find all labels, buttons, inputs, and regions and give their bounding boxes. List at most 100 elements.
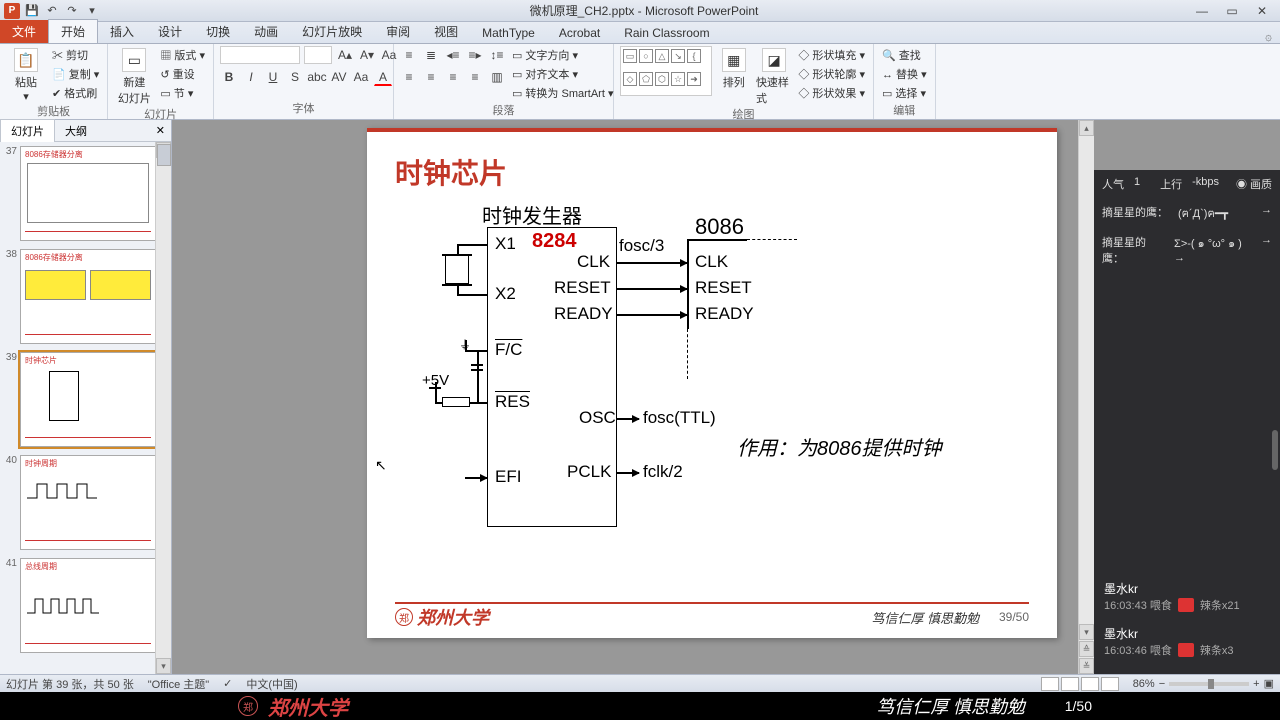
bullets-button[interactable]: ≡ (400, 46, 418, 64)
function-note: 作用：为8086提供时钟 (737, 432, 942, 461)
cut-button[interactable]: ✂ 剪切 (50, 46, 101, 64)
tab-slideshow[interactable]: 幻灯片放映 (290, 20, 374, 43)
case-button[interactable]: Aa (352, 68, 370, 86)
indent-dec-button[interactable]: ◂≡ (444, 46, 462, 64)
shapes-gallery[interactable]: ▭○△↘{ ◇⬠⬡☆➜ (620, 46, 712, 96)
qat-customize-icon[interactable]: ▾ (84, 3, 100, 19)
close-button[interactable]: ✕ (1248, 2, 1276, 20)
paste-button[interactable]: 📋粘贴▾ (6, 46, 46, 103)
shape-effects-button[interactable]: ◇ 形状效果 ▾ (796, 84, 867, 102)
tab-review[interactable]: 审阅 (374, 20, 422, 43)
spacing-button[interactable]: AV (330, 68, 348, 86)
qat-undo-icon[interactable]: ↶ (44, 3, 60, 19)
align-center-button[interactable]: ≡ (422, 68, 440, 86)
underline-button[interactable]: U (264, 68, 282, 86)
thumb-38[interactable]: 388086存储器分离 (0, 245, 171, 348)
shadow-button[interactable]: abc (308, 68, 326, 86)
select-button[interactable]: ▭ 选择 ▾ (880, 84, 929, 102)
thumb-scrollbar[interactable]: ▴▾ (155, 142, 171, 674)
shape-fill-button[interactable]: ◇ 形状填充 ▾ (796, 46, 867, 64)
view-slideshow-button[interactable] (1101, 677, 1119, 691)
tab-view[interactable]: 视图 (422, 20, 470, 43)
align-text-button[interactable]: ▭ 对齐文本 ▾ (510, 65, 615, 83)
copy-button[interactable]: 📄 复制 ▾ (50, 65, 101, 83)
view-normal-button[interactable] (1041, 677, 1059, 691)
minimize-button[interactable]: — (1188, 2, 1216, 20)
shrink-font-button[interactable]: A▾ (358, 46, 376, 64)
overlay-scrollbar[interactable] (1272, 430, 1278, 470)
app-logo[interactable]: P (4, 3, 20, 19)
maximize-button[interactable]: ▭ (1218, 2, 1246, 20)
tab-rain-classroom[interactable]: Rain Classroom (612, 23, 721, 43)
line-spacing-button[interactable]: ↕≡ (488, 46, 506, 64)
tab-insert[interactable]: 插入 (98, 20, 146, 43)
title-bar: P 💾 ↶ ↷ ▾ 微机原理_CH2.pptx - Microsoft Powe… (0, 0, 1280, 22)
thumb-list[interactable]: 378086存储器分离 388086存储器分离 39时钟芯片 40时钟周期 41… (0, 142, 171, 674)
scroll-down-icon[interactable]: ▾ (1079, 624, 1094, 640)
find-button[interactable]: 🔍 查找 (880, 46, 929, 64)
zoom-out-button[interactable]: − (1159, 678, 1165, 690)
font-family-combo[interactable] (220, 46, 300, 64)
thumb-close-icon[interactable]: ✕ (150, 124, 171, 137)
quick-styles-button[interactable]: ◪快速样式 (756, 46, 792, 106)
window-buttons: — ▭ ✕ (1188, 2, 1276, 20)
thumb-39[interactable]: 39时钟芯片 (0, 348, 171, 451)
slide[interactable]: 时钟芯片 时钟发生器 8284 8086 X1 X2 F/C RES EFI (367, 128, 1057, 638)
smartart-button[interactable]: ▭ 转换为 SmartArt ▾ (510, 84, 615, 102)
format-painter-button[interactable]: ✔ 格式刷 (50, 84, 101, 102)
thumb-40[interactable]: 40时钟周期 (0, 451, 171, 554)
zoom-in-button[interactable]: + (1253, 678, 1259, 690)
status-spellcheck-icon[interactable]: ✓ (223, 677, 232, 690)
tab-acrobat[interactable]: Acrobat (547, 23, 612, 43)
columns-button[interactable]: ▥ (488, 68, 506, 86)
tab-home[interactable]: 开始 (48, 19, 98, 43)
justify-button[interactable]: ≡ (466, 68, 484, 86)
zoom-slider[interactable] (1169, 682, 1249, 686)
italic-button[interactable]: I (242, 68, 260, 86)
view-sorter-button[interactable] (1061, 677, 1079, 691)
layout-button[interactable]: ▦ 版式 ▾ (158, 46, 207, 64)
strike-button[interactable]: S (286, 68, 304, 86)
next-slide-icon[interactable]: ≚ (1079, 658, 1094, 674)
tab-file[interactable]: 文件 (0, 20, 48, 43)
barrage-2: 摘星星的鹰：Σ>-( ๑ °ω° ๑ ) →→ (1094, 228, 1280, 272)
prev-slide-icon[interactable]: ≙ (1079, 641, 1094, 657)
zoom-level[interactable]: 86% (1133, 678, 1155, 690)
text-direction-button[interactable]: ▭ 文字方向 ▾ (510, 46, 615, 64)
section-button[interactable]: ▭ 节 ▾ (158, 84, 207, 102)
tab-design[interactable]: 设计 (146, 20, 194, 43)
shape-outline-button[interactable]: ◇ 形状轮廓 ▾ (796, 65, 867, 83)
font-color-button[interactable]: A (374, 68, 392, 86)
status-bar: 幻灯片 第 39 张，共 50 张 "Office 主题" ✓ 中文(中国) 8… (0, 674, 1280, 692)
thumb-37[interactable]: 378086存储器分离 (0, 142, 171, 245)
slide-edit-area[interactable]: 时钟芯片 时钟发生器 8284 8086 X1 X2 F/C RES EFI (172, 120, 1280, 674)
view-reading-button[interactable] (1081, 677, 1099, 691)
scroll-up-icon[interactable]: ▴ (1079, 120, 1094, 136)
new-slide-button[interactable]: ▭新建 幻灯片 (114, 46, 154, 106)
font-size-combo[interactable] (304, 46, 332, 64)
bold-button[interactable]: B (220, 68, 238, 86)
sig-foscttl: fosc(TTL) (643, 408, 716, 428)
edit-scrollbar[interactable]: ▴ ▾ ≙ ≚ (1078, 120, 1094, 674)
reset-button[interactable]: ↺ 重设 (158, 65, 207, 83)
ribbon-help-icon[interactable]: ۞ (1257, 29, 1280, 43)
replace-button[interactable]: ↔ 替换 ▾ (880, 65, 929, 83)
qat-save-icon[interactable]: 💾 (24, 3, 40, 19)
record-icon[interactable]: ◉ 画质 (1236, 176, 1272, 192)
grow-font-button[interactable]: A▴ (336, 46, 354, 64)
status-language[interactable]: 中文(中国) (246, 676, 297, 692)
align-left-button[interactable]: ≡ (400, 68, 418, 86)
thumb-tab-slides[interactable]: 幻灯片 (0, 119, 55, 142)
fit-window-button[interactable]: ▣ (1264, 677, 1274, 690)
qat-redo-icon[interactable]: ↷ (64, 3, 80, 19)
tab-animations[interactable]: 动画 (242, 20, 290, 43)
thumb-41[interactable]: 41总线周期 (0, 554, 171, 657)
arrange-button[interactable]: ▦排列 (716, 46, 752, 90)
pin-clk: CLK (577, 252, 610, 272)
tab-transitions[interactable]: 切换 (194, 20, 242, 43)
align-right-button[interactable]: ≡ (444, 68, 462, 86)
thumb-tab-outline[interactable]: 大纲 (55, 120, 97, 142)
tab-mathtype[interactable]: MathType (470, 23, 547, 43)
numbering-button[interactable]: ≣ (422, 46, 440, 64)
indent-inc-button[interactable]: ≡▸ (466, 46, 484, 64)
